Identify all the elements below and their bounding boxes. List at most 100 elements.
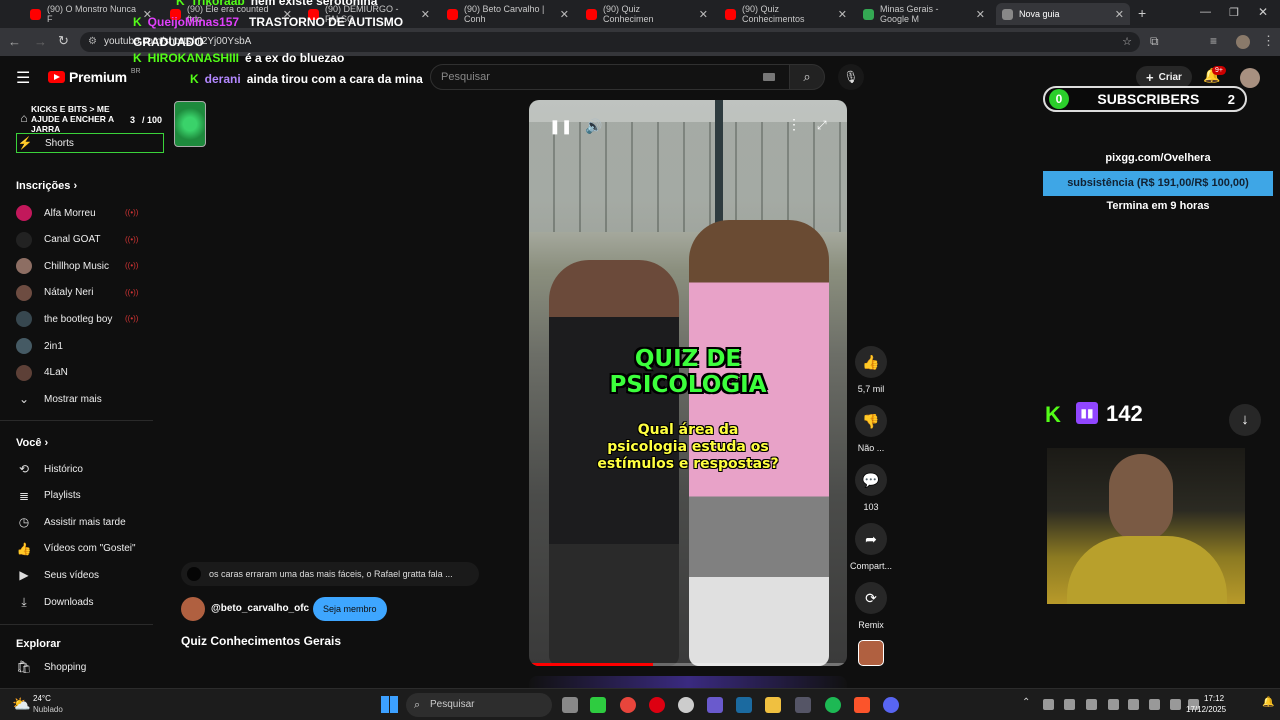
sidebar-item-shorts[interactable]: ⚡ Shorts bbox=[16, 133, 164, 153]
you-heading[interactable]: Você › bbox=[16, 437, 48, 449]
channel-avatar[interactable] bbox=[181, 597, 205, 621]
sync-icon[interactable] bbox=[1043, 699, 1054, 710]
sound-thumbnail[interactable] bbox=[858, 640, 884, 666]
more-options-icon[interactable]: ⋮ bbox=[787, 116, 801, 133]
spotify-icon[interactable] bbox=[825, 697, 841, 713]
fullscreen-icon[interactable]: ⤢ bbox=[817, 118, 827, 133]
display-icon[interactable] bbox=[1149, 699, 1160, 710]
browser-tab[interactable]: Nova guia ✕ bbox=[996, 3, 1130, 25]
browser-tab[interactable]: (90) Beto Carvalho | Conh ✕ bbox=[441, 3, 575, 25]
sidebar-item-you[interactable]: ▶ Seus vídeos bbox=[16, 565, 99, 585]
sidebar-item-channel[interactable]: Canal GOAT bbox=[16, 230, 101, 250]
create-label: Criar bbox=[1158, 71, 1182, 83]
keyboard-icon[interactable] bbox=[763, 73, 775, 81]
media-play-icon[interactable] bbox=[590, 697, 606, 713]
volume-icon[interactable]: 🔊 bbox=[585, 118, 602, 135]
search-input[interactable]: Pesquisar bbox=[430, 64, 790, 90]
chevron-up-icon[interactable]: ⌃ bbox=[1022, 697, 1030, 708]
chat-username: derani bbox=[204, 72, 241, 86]
show-more-button[interactable]: ⌄ Mostrar mais bbox=[16, 389, 102, 409]
video-background bbox=[529, 122, 847, 232]
channel-name[interactable]: @beto_carvalho_ofc bbox=[211, 603, 309, 614]
short-video-player[interactable]: ❚❚ 🔊 ⋮ ⤢ QUIZ DE PSICOLOGIA Qual área da… bbox=[529, 100, 847, 666]
play-icon[interactable] bbox=[1064, 699, 1075, 710]
opera-icon[interactable] bbox=[649, 697, 665, 713]
wifi-icon[interactable] bbox=[1170, 699, 1181, 710]
join-button[interactable]: Seja membro bbox=[313, 597, 387, 621]
account-avatar[interactable] bbox=[1240, 68, 1260, 88]
hamburger-menu-icon[interactable]: ☰ bbox=[16, 68, 30, 88]
bookmark-star-icon[interactable]: ☆ bbox=[1122, 32, 1132, 52]
sidebar-divider bbox=[0, 420, 153, 421]
taskbar-search[interactable]: ⌕ Pesquisar bbox=[406, 693, 552, 717]
sidebar-item-channel[interactable]: Chillhop Music bbox=[16, 256, 109, 276]
sidebar-item-shopping[interactable]: 🛍 Shopping bbox=[16, 657, 86, 677]
chrome-icon[interactable] bbox=[620, 697, 636, 713]
sidebar-item-you[interactable]: ⟲ Histórico bbox=[16, 459, 83, 479]
sidebar-item-you[interactable]: ≣ Playlists bbox=[16, 486, 81, 506]
back-icon[interactable]: ← bbox=[8, 34, 21, 49]
share-button[interactable]: ➦ Compart... bbox=[849, 523, 893, 571]
browser-tab[interactable]: (90) Quiz Conhecimen ✕ bbox=[580, 3, 714, 25]
notification-center-icon[interactable]: 🔔 bbox=[1262, 697, 1274, 708]
forward-icon[interactable]: → bbox=[34, 34, 47, 49]
windows-taskbar: ⛅ 24°C Nublado ⌕ Pesquisar ⌃ 17:12 17/12… bbox=[0, 688, 1280, 720]
video-progress-bar[interactable] bbox=[529, 663, 847, 666]
tab-close-icon[interactable]: ✕ bbox=[1115, 8, 1124, 21]
steam-icon[interactable] bbox=[736, 697, 752, 713]
sidebar-item-channel[interactable]: 2in1 bbox=[16, 336, 63, 356]
you-heading-label: Você bbox=[16, 437, 42, 449]
remix-button[interactable]: ⟳ Remix bbox=[849, 582, 893, 630]
pause-icon[interactable]: ❚❚ bbox=[549, 118, 572, 135]
sidebar-item-channel[interactable]: Nátaly Neri bbox=[16, 283, 93, 303]
comment-preview[interactable]: os caras erraram uma das mais fáceis, o … bbox=[181, 562, 479, 586]
next-short-button[interactable]: ↓ bbox=[1229, 404, 1261, 436]
subs-right: 2 bbox=[1227, 91, 1235, 107]
dislike-button[interactable]: 👎 Não ... bbox=[849, 405, 893, 453]
app-icon[interactable] bbox=[707, 697, 723, 713]
browser-tab[interactable]: Minas Gerais - Google M ✕ bbox=[857, 3, 991, 25]
sidebar-item-channel[interactable]: the bootleg boy bbox=[16, 309, 112, 329]
bluetooth-icon[interactable] bbox=[1108, 699, 1119, 710]
sidebar-item-home[interactable]: ⌂ bbox=[16, 108, 32, 128]
sidebar-item-you[interactable]: ◷ Assistir mais tarde bbox=[16, 512, 126, 532]
brave-icon[interactable] bbox=[854, 697, 870, 713]
folder-icon[interactable] bbox=[765, 697, 781, 713]
extensions-icon[interactable]: ⧉ bbox=[1150, 34, 1159, 49]
mic-icon[interactable] bbox=[1128, 699, 1139, 710]
more-vert-icon[interactable]: ⋮ bbox=[1262, 33, 1275, 49]
app-icon[interactable] bbox=[795, 697, 811, 713]
windows-start-icon[interactable] bbox=[381, 696, 398, 713]
comment-preview-text: os caras erraram uma das mais fáceis, o … bbox=[209, 569, 453, 579]
sidebar-item-you[interactable]: ⤓ Downloads bbox=[16, 592, 93, 612]
next-short-preview[interactable] bbox=[529, 676, 847, 688]
discord-icon[interactable] bbox=[883, 697, 899, 713]
comment-icon: 💬 bbox=[855, 464, 887, 496]
profile-avatar[interactable] bbox=[1236, 35, 1250, 49]
reload-icon[interactable]: ↻ bbox=[58, 33, 69, 49]
maximize-icon[interactable]: ❐ bbox=[1229, 6, 1239, 19]
like-button[interactable]: 👍 5,7 mil bbox=[849, 346, 893, 394]
sidebar-item-channel[interactable]: 4LaN bbox=[16, 363, 68, 383]
minimize-icon[interactable]: — bbox=[1200, 6, 1211, 18]
new-tab-icon[interactable]: + bbox=[1138, 5, 1146, 21]
chatgpt-icon[interactable] bbox=[678, 697, 694, 713]
sidebar-item-you[interactable]: 👍 Vídeos com "Gostei" bbox=[16, 539, 136, 559]
voice-search-button[interactable]: 🎙 bbox=[838, 64, 864, 90]
tab-close-icon[interactable]: ✕ bbox=[976, 8, 985, 21]
youtube-logo[interactable]: Premium BR bbox=[48, 68, 141, 85]
tab-close-icon[interactable]: ✕ bbox=[838, 8, 847, 21]
site-info-icon[interactable]: ⚙ bbox=[88, 32, 97, 52]
window-close-icon[interactable]: ✕ bbox=[1258, 5, 1268, 19]
file-manager-icon[interactable] bbox=[562, 697, 578, 713]
sidebar-item-channel[interactable]: Alfa Morreu bbox=[16, 203, 96, 223]
menu-list-icon[interactable]: ≡ bbox=[1210, 34, 1217, 48]
subscriptions-heading[interactable]: Inscrições › bbox=[16, 180, 77, 192]
tab-close-icon[interactable]: ✕ bbox=[699, 8, 708, 21]
tab-close-icon[interactable]: ✕ bbox=[560, 8, 569, 21]
browser-tab[interactable]: (90) Quiz Conhecimentos ✕ bbox=[719, 3, 853, 25]
create-button[interactable]: + Criar bbox=[1136, 66, 1192, 88]
comments-button[interactable]: 💬 103 bbox=[849, 464, 893, 512]
network-icon[interactable] bbox=[1086, 699, 1097, 710]
search-button[interactable]: ⌕ bbox=[789, 64, 825, 90]
